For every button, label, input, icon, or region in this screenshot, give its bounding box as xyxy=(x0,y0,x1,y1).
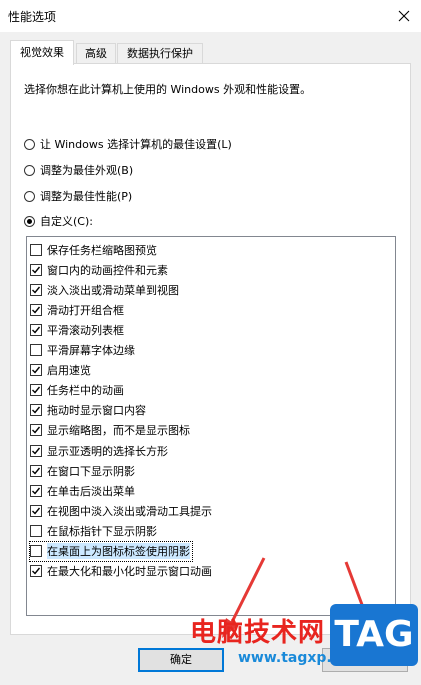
effect-item-label: 显示缩略图，而不是显示图标 xyxy=(47,424,190,438)
effect-item-label: 启用速览 xyxy=(47,364,91,378)
checkbox-checked-icon[interactable] xyxy=(30,484,42,497)
effect-item-label: 在最大化和最小化时显示窗口动画 xyxy=(47,565,212,579)
checkbox-checked-icon[interactable] xyxy=(30,283,42,296)
watermark-logo: TAG xyxy=(330,604,418,666)
effect-item[interactable]: 保存任务栏缩略图预览 xyxy=(30,240,159,259)
checkbox-checked-icon[interactable] xyxy=(30,323,42,336)
radio-label: 自定义(C): xyxy=(40,215,93,228)
effect-item[interactable]: 在鼠标指针下显示阴影 xyxy=(30,521,159,540)
effect-item-label: 在单击后淡出菜单 xyxy=(47,484,135,498)
effect-item-label: 保存任务栏缩略图预览 xyxy=(47,243,157,257)
effect-item-label: 滑动打开组合框 xyxy=(47,303,124,317)
radio-let-windows-choose[interactable]: 让 Windows 选择计算机的最佳设置(L) xyxy=(24,135,232,153)
checkbox-checked-icon[interactable] xyxy=(30,303,42,316)
title-bar: 性能选项 xyxy=(0,0,421,32)
effects-list[interactable]: 保存任务栏缩略图预览 窗口内的动画控件和元素 淡入淡出或滑动菜单到视图 滑动打开组合框… xyxy=(26,236,396,616)
radio-label: 让 Windows 选择计算机的最佳设置(L) xyxy=(40,138,232,151)
checkbox-checked-icon[interactable] xyxy=(30,424,42,437)
effect-item[interactable]: 淡入淡出或滑动菜单到视图 xyxy=(30,280,181,299)
visual-effects-panel: 选择你想在此计算机上使用的 Windows 外观和性能设置。 让 Windows… xyxy=(10,63,411,635)
effect-item[interactable]: 在单击后淡出菜单 xyxy=(30,481,137,500)
effect-item-label: 任务栏中的动画 xyxy=(47,384,124,398)
radio-label: 调整为最佳性能(P) xyxy=(40,190,133,203)
checkbox-icon[interactable] xyxy=(30,344,42,356)
effect-item-label: 淡入淡出或滑动菜单到视图 xyxy=(47,283,179,297)
radio-best-performance[interactable]: 调整为最佳性能(P) xyxy=(24,187,132,205)
checkbox-checked-icon[interactable] xyxy=(30,404,42,417)
radio-button-selected-icon xyxy=(24,215,35,227)
effect-item[interactable]: 显示亚透明的选择长方形 xyxy=(30,441,170,460)
effect-item-label: 在窗口下显示阴影 xyxy=(47,464,135,478)
description-text: 选择你想在此计算机上使用的 Windows 外观和性能设置。 xyxy=(24,83,312,96)
close-icon xyxy=(398,10,410,22)
radio-best-appearance[interactable]: 调整为最佳外观(B) xyxy=(24,161,133,179)
checkbox-checked-icon[interactable] xyxy=(30,263,42,276)
effect-item[interactable]: 拖动时显示窗口内容 xyxy=(30,401,148,420)
effect-item-label: 在视图中淡入淡出或滑动工具提示 xyxy=(47,504,212,518)
effect-item-label: 显示亚透明的选择长方形 xyxy=(47,444,168,458)
tab-dep[interactable]: 数据执行保护 xyxy=(117,43,203,64)
effect-item[interactable]: 在最大化和最小化时显示窗口动画 xyxy=(30,562,214,581)
effect-item[interactable]: 平滑滚动列表框 xyxy=(30,320,126,339)
effect-item[interactable]: 启用速览 xyxy=(30,361,93,380)
effect-item[interactable]: 在视图中淡入淡出或滑动工具提示 xyxy=(30,501,214,520)
checkbox-icon[interactable] xyxy=(30,243,42,256)
effect-item[interactable]: 任务栏中的动画 xyxy=(30,381,126,400)
radio-label: 调整为最佳外观(B) xyxy=(40,164,134,177)
checkbox-icon[interactable] xyxy=(30,524,42,537)
checkbox-icon[interactable] xyxy=(30,545,42,557)
effect-item-label: 拖动时显示窗口内容 xyxy=(47,404,146,418)
effect-item[interactable]: 在窗口下显示阴影 xyxy=(30,461,137,480)
effect-item[interactable]: 在桌面上为图标标签使用阴影 xyxy=(29,540,193,562)
effect-item-label: 在桌面上为图标标签使用阴影 xyxy=(47,543,190,559)
close-button[interactable] xyxy=(387,0,421,32)
radio-custom[interactable]: 自定义(C): xyxy=(24,212,93,230)
checkbox-checked-icon[interactable] xyxy=(30,565,42,578)
ok-button[interactable]: 确定 xyxy=(138,648,224,672)
tab-advanced[interactable]: 高级 xyxy=(76,43,116,64)
radio-button-icon xyxy=(24,190,35,202)
window-title: 性能选项 xyxy=(8,10,57,24)
effect-item[interactable]: 窗口内的动画控件和元素 xyxy=(30,260,170,279)
effect-item[interactable]: 滑动打开组合框 xyxy=(30,300,126,319)
tab-visual-effects[interactable]: 视觉效果 xyxy=(10,40,74,65)
checkbox-checked-icon[interactable] xyxy=(30,464,42,477)
effect-item-label: 窗口内的动画控件和元素 xyxy=(47,263,168,277)
checkbox-checked-icon[interactable] xyxy=(30,364,42,377)
effect-item-label: 在鼠标指针下显示阴影 xyxy=(47,524,157,538)
radio-button-icon xyxy=(24,138,35,150)
effect-item[interactable]: 显示缩略图，而不是显示图标 xyxy=(30,421,192,440)
radio-button-icon xyxy=(24,164,35,176)
effect-item[interactable]: 平滑屏幕字体边缘 xyxy=(30,341,137,360)
effect-item-label: 平滑滚动列表框 xyxy=(47,323,124,337)
effect-item-label: 平滑屏幕字体边缘 xyxy=(47,344,135,357)
checkbox-checked-icon[interactable] xyxy=(30,444,42,457)
checkbox-checked-icon[interactable] xyxy=(30,384,42,397)
watermark-text: 电脑技术网 xyxy=(190,618,326,648)
checkbox-checked-icon[interactable] xyxy=(30,504,42,517)
